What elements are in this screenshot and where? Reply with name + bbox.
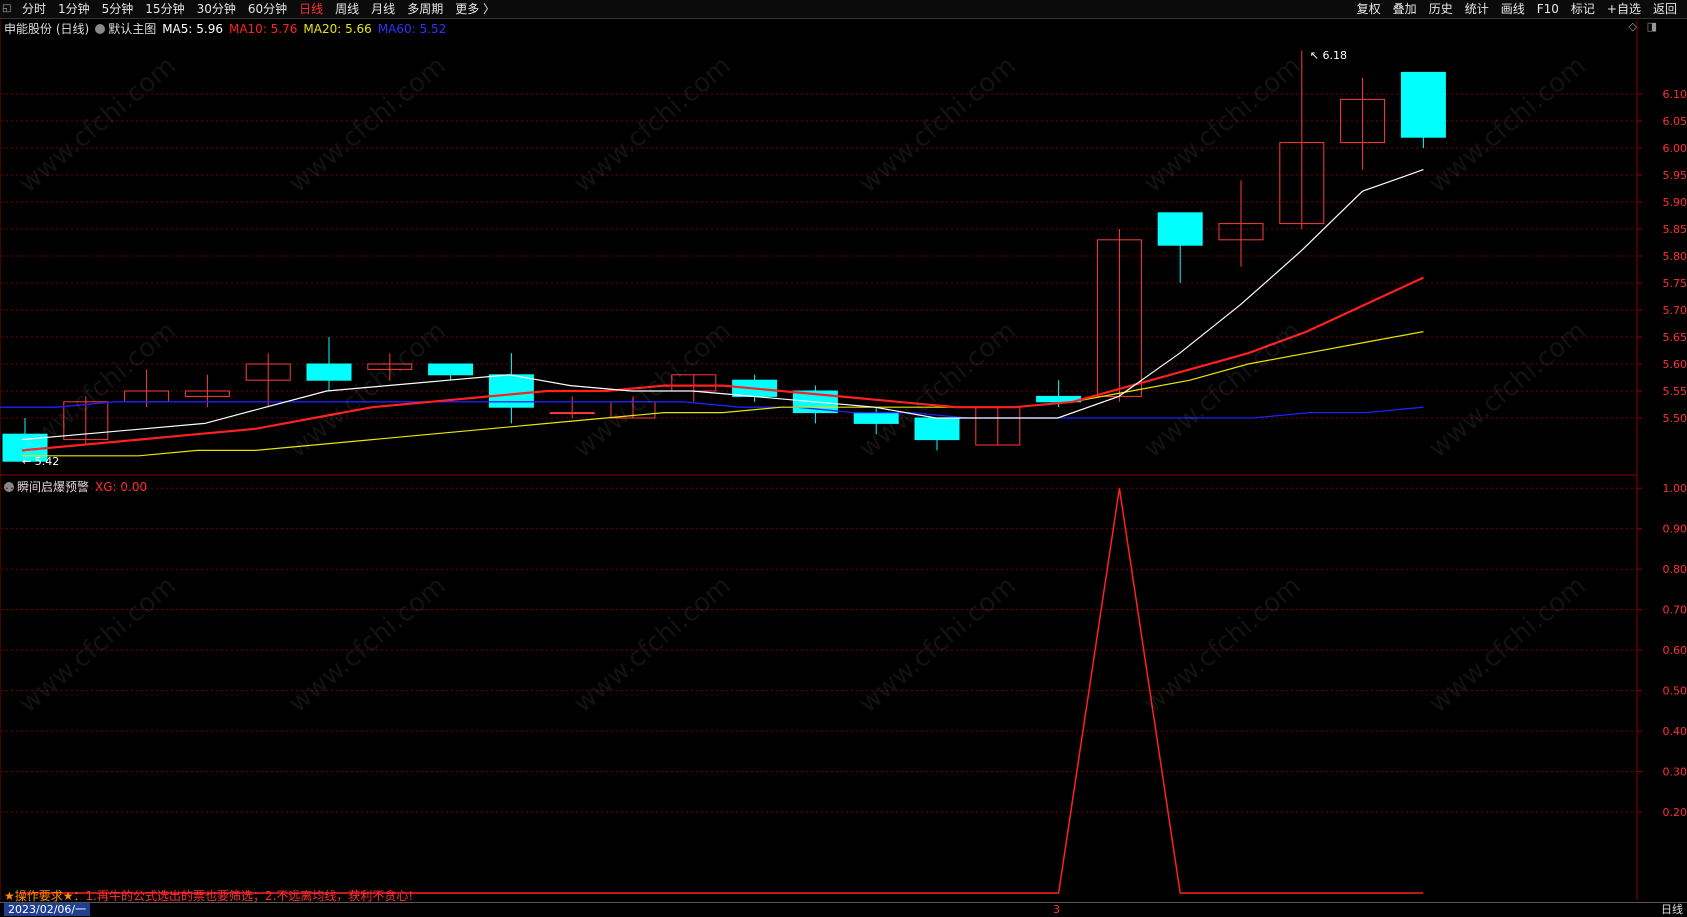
xg-tick-label: 0.60 bbox=[1663, 644, 1687, 657]
signal-marker: 3 bbox=[1053, 903, 1060, 916]
candle-body-down bbox=[915, 418, 959, 440]
xg-tick-label: 0.30 bbox=[1663, 766, 1687, 779]
period-indicator[interactable]: 日线 bbox=[1661, 903, 1683, 916]
candle-body-down bbox=[1401, 72, 1445, 137]
price-tick-label: 5.85 bbox=[1663, 223, 1687, 236]
price-tick-label: 5.75 bbox=[1663, 277, 1687, 290]
low-price-label: ← 5.42 bbox=[22, 455, 59, 468]
price-tick-label: 5.50 bbox=[1663, 412, 1687, 425]
price-tick-label: 6.10 bbox=[1663, 88, 1687, 101]
candle-body-up bbox=[550, 413, 594, 414]
xg-tick-label: 0.70 bbox=[1663, 604, 1687, 617]
price-tick-label: 5.95 bbox=[1663, 169, 1687, 182]
candle-body-down bbox=[429, 364, 473, 375]
ma5-line bbox=[22, 170, 1423, 440]
price-tick-label: 6.05 bbox=[1663, 115, 1687, 128]
xg-tick-label: 0.20 bbox=[1663, 806, 1687, 819]
price-tick-label: 5.80 bbox=[1663, 250, 1687, 263]
xg-tick-label: 0.90 bbox=[1663, 523, 1687, 536]
candle-body-down bbox=[307, 364, 351, 380]
note-prefix: ★操作要求★： bbox=[4, 889, 86, 903]
price-tick-label: 5.55 bbox=[1663, 385, 1687, 398]
date-cursor: 2023/02/06/一 bbox=[4, 903, 90, 916]
price-tick-label: 5.70 bbox=[1663, 304, 1687, 317]
xg-tick-label: 1.00 bbox=[1663, 482, 1687, 495]
price-tick-label: 5.65 bbox=[1663, 331, 1687, 344]
note-text: 1.再牛的公式选出的票也要筛选；2.不远离均线，获利不贪心! bbox=[86, 889, 414, 903]
high-price-label: ↖ 6.18 bbox=[1310, 49, 1347, 62]
candle-body-down bbox=[1158, 213, 1202, 245]
candle-body-down bbox=[854, 413, 898, 424]
price-tick-label: 5.60 bbox=[1663, 358, 1687, 371]
price-tick-label: 6.00 bbox=[1663, 142, 1687, 155]
price-tick-label: 5.90 bbox=[1663, 196, 1687, 209]
xg-tick-label: 0.50 bbox=[1663, 685, 1687, 698]
chart-canvas[interactable]: 6.10 6.05 6.00 5.95 5.90 5.85 5.80 5.75 5.70 5.65… bbox=[0, 0, 1687, 902]
footer-bar: 2023/02/06/一 3 日线 bbox=[0, 902, 1687, 917]
xg-tick-label: 0.80 bbox=[1663, 563, 1687, 576]
ma60-line bbox=[0, 402, 1423, 418]
xg-tick-label: 0.40 bbox=[1663, 725, 1687, 738]
